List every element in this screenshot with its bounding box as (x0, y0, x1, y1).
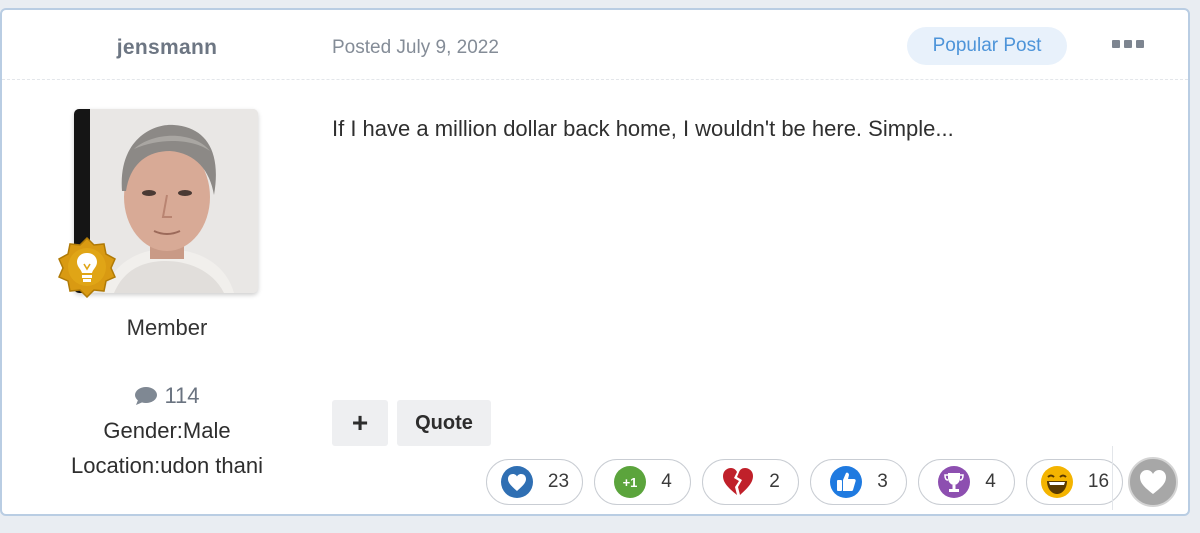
post-count-value: 114 (164, 383, 200, 408)
plus-one-icon: +1 (614, 466, 647, 498)
reaction-plus-one[interactable]: +1 4 (594, 459, 691, 505)
react-button[interactable] (1128, 457, 1178, 507)
post-header: jensmann Posted July 9, 2022 Popular Pos… (2, 10, 1188, 80)
rank-badge-icon (56, 236, 118, 299)
forum-post: jensmann Posted July 9, 2022 Popular Pos… (0, 8, 1190, 516)
reaction-count: 3 (877, 471, 888, 492)
divider (1112, 446, 1113, 510)
dot (1136, 40, 1144, 48)
svg-text:+1: +1 (623, 475, 638, 490)
post-count[interactable]: 114 (67, 383, 267, 409)
reaction-count: 4 (985, 471, 996, 492)
reaction-trophy[interactable]: 4 (918, 459, 1015, 505)
reaction-count: 2 (769, 471, 780, 492)
author-name[interactable]: jensmann (102, 36, 232, 60)
multiquote-button[interactable]: + (332, 400, 388, 446)
trophy-icon (938, 466, 971, 498)
reaction-count: 16 (1087, 471, 1110, 492)
reaction-haha[interactable]: 16 (1026, 459, 1123, 505)
rank-title: Member (126, 315, 208, 340)
heart-icon (500, 466, 533, 498)
reaction-list: 23 +1 4 2 3 4 16 (486, 459, 1123, 507)
quote-button[interactable]: Quote (397, 400, 491, 446)
dot (1124, 40, 1132, 48)
comment-icon (135, 387, 158, 405)
laughing-face-icon (1040, 466, 1073, 498)
broken-heart-icon (723, 468, 754, 495)
post-content: If I have a million dollar back home, I … (332, 116, 954, 141)
dot (1112, 40, 1120, 48)
thumbs-up-icon (830, 466, 863, 498)
heart-outline-icon (1140, 470, 1166, 494)
reaction-like[interactable]: 3 (810, 459, 907, 505)
reaction-broken-heart[interactable]: 2 (702, 459, 799, 505)
reaction-count: 4 (661, 471, 672, 492)
author-gender: Gender:Male (103, 418, 231, 443)
author-location: Location:udon thani (70, 453, 264, 478)
reaction-count: 23 (547, 471, 570, 492)
more-options-icon[interactable] (1112, 36, 1144, 52)
post-date[interactable]: Posted July 9, 2022 (332, 37, 499, 59)
popular-post-badge: Popular Post (907, 27, 1067, 65)
reaction-heart[interactable]: 23 (486, 459, 583, 505)
